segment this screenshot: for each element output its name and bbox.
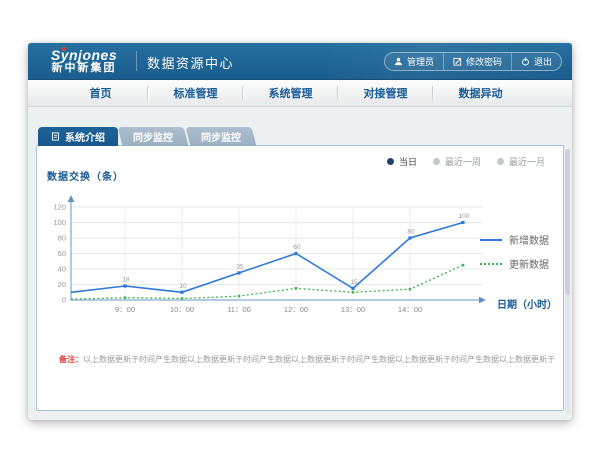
document-icon	[51, 132, 60, 141]
radio-today-label: 当日	[399, 155, 417, 168]
svg-text:35: 35	[236, 263, 244, 270]
user-icon	[394, 57, 403, 66]
nav-item-standard-mgmt[interactable]: 标准管理	[148, 80, 243, 106]
svg-text:14：00: 14：00	[398, 305, 422, 314]
legend-new-data: 新增数据	[480, 232, 549, 247]
radio-today[interactable]: 当日	[387, 155, 417, 168]
nav-item-system-mgmt[interactable]: 系统管理	[243, 80, 338, 106]
logout-label: 退出	[534, 55, 552, 68]
logo: Synjones 新中新集团	[38, 48, 130, 74]
legend-new-data-label: 新增数据	[509, 232, 549, 247]
svg-text:100: 100	[459, 213, 470, 220]
svg-text:10：00: 10：00	[170, 305, 194, 314]
main-nav: 首页 标准管理 系统管理 对接管理 数据异动	[28, 80, 572, 107]
nav-item-standard-mgmt-label: 标准管理	[174, 85, 218, 101]
svg-text:13：00: 13：00	[341, 305, 365, 314]
admin-button[interactable]: 管理员	[385, 53, 443, 70]
tab-sync-monitor-2-label: 同步监控	[201, 129, 241, 144]
svg-text:15: 15	[350, 279, 358, 286]
svg-text:0: 0	[62, 296, 66, 305]
dotted-line-key-icon	[480, 263, 502, 265]
tab-system-intro[interactable]: 系统介绍	[38, 127, 118, 146]
header-divider	[136, 51, 137, 71]
legend-update-data: 更新数据	[480, 256, 549, 271]
y-axis-title: 数据交换（条）	[47, 168, 124, 183]
admin-label: 管理员	[407, 55, 434, 68]
chart-panel: 当日 最近一周 最近一月 数据交换（条） 0 20 40 60 80 100 120 9：00…	[36, 145, 564, 411]
nav-item-home-label: 首页	[90, 85, 112, 101]
logo-accent-dot	[62, 47, 66, 51]
nav-item-system-mgmt-label: 系统管理	[269, 85, 313, 101]
radio-last-month-label: 最近一月	[509, 155, 545, 168]
svg-text:40: 40	[58, 265, 66, 274]
radio-dot	[497, 158, 504, 165]
content-area: 系统介绍 同步监控 同步监控 当日 最近一周	[28, 107, 572, 420]
svg-text:11：00: 11：00	[227, 305, 251, 314]
svg-text:80: 80	[58, 234, 66, 243]
svg-text:60: 60	[58, 249, 66, 258]
nav-item-data-change-label: 数据异动	[459, 85, 503, 101]
footnote-prefix: 备注：	[59, 355, 83, 364]
logo-cn: 新中新集团	[38, 63, 130, 75]
radio-dot	[433, 158, 440, 165]
svg-text:18: 18	[122, 277, 130, 284]
change-password-label: 修改密码	[466, 55, 502, 68]
solid-line-key-icon	[480, 239, 502, 241]
svg-text:120: 120	[53, 203, 66, 212]
user-actions: 管理员 修改密码 退出	[384, 52, 562, 71]
logout-button[interactable]: 退出	[511, 53, 561, 70]
radio-dot-selected	[387, 158, 394, 165]
nav-item-interface-mgmt[interactable]: 对接管理	[338, 80, 433, 106]
vertical-scrollbar[interactable]	[565, 149, 570, 414]
tab-sync-monitor-1[interactable]: 同步监控	[118, 127, 189, 146]
radio-last-month[interactable]: 最近一月	[497, 155, 545, 168]
nav-item-data-change[interactable]: 数据异动	[433, 80, 528, 106]
radio-last-week[interactable]: 最近一周	[433, 155, 481, 168]
nav-item-home[interactable]: 首页	[53, 80, 148, 106]
tab-bar: 系统介绍 同步监控 同步监控	[28, 107, 572, 146]
svg-text:80: 80	[407, 229, 415, 236]
tab-sync-monitor-1-label: 同步监控	[133, 129, 173, 144]
legend-update-data-label: 更新数据	[509, 256, 549, 271]
svg-text:9：00: 9：00	[115, 305, 135, 314]
page-title: 数据资源中心	[147, 51, 234, 72]
svg-text:10: 10	[179, 283, 187, 290]
svg-text:12：00: 12：00	[284, 305, 308, 314]
footnote-text: 以上数据更新于时间产生数据以上数据更新于时间产生数据以上数据更新于时间产生数据以…	[83, 355, 555, 364]
svg-text:20: 20	[58, 280, 66, 289]
edit-icon	[453, 57, 462, 66]
chart-wrap: 0 20 40 60 80 100 120 9：00 10：00 11：00 12：00 13：00 1…	[43, 192, 495, 329]
time-range-radios: 当日 最近一周 最近一月	[387, 155, 545, 168]
x-axis-title: 日期（小时）	[497, 296, 557, 311]
chart-legend: 新增数据 更新数据	[480, 232, 549, 271]
tab-sync-monitor-2[interactable]: 同步监控	[186, 127, 257, 146]
svg-text:60: 60	[293, 244, 301, 251]
footnote: 备注：以上数据更新于时间产生数据以上数据更新于时间产生数据以上数据更新于时间产生…	[59, 354, 555, 365]
change-password-button[interactable]: 修改密码	[443, 53, 511, 70]
scrollbar-thumb[interactable]	[565, 149, 570, 295]
app-header: Synjones 新中新集团 数据资源中心 管理员 修改密码 退出	[28, 43, 572, 80]
logo-en: Synjones	[38, 48, 130, 63]
logout-icon	[521, 57, 530, 66]
exchange-line-chart: 0 20 40 60 80 100 120 9：00 10：00 11：00 12：00 13：00 1…	[43, 192, 495, 324]
app-window: Synjones 新中新集团 数据资源中心 管理员 修改密码 退出 首页 标准管…	[28, 43, 572, 420]
svg-text:100: 100	[53, 218, 66, 227]
nav-item-interface-mgmt-label: 对接管理	[364, 85, 408, 101]
radio-last-week-label: 最近一周	[445, 155, 481, 168]
tab-system-intro-label: 系统介绍	[65, 129, 105, 144]
